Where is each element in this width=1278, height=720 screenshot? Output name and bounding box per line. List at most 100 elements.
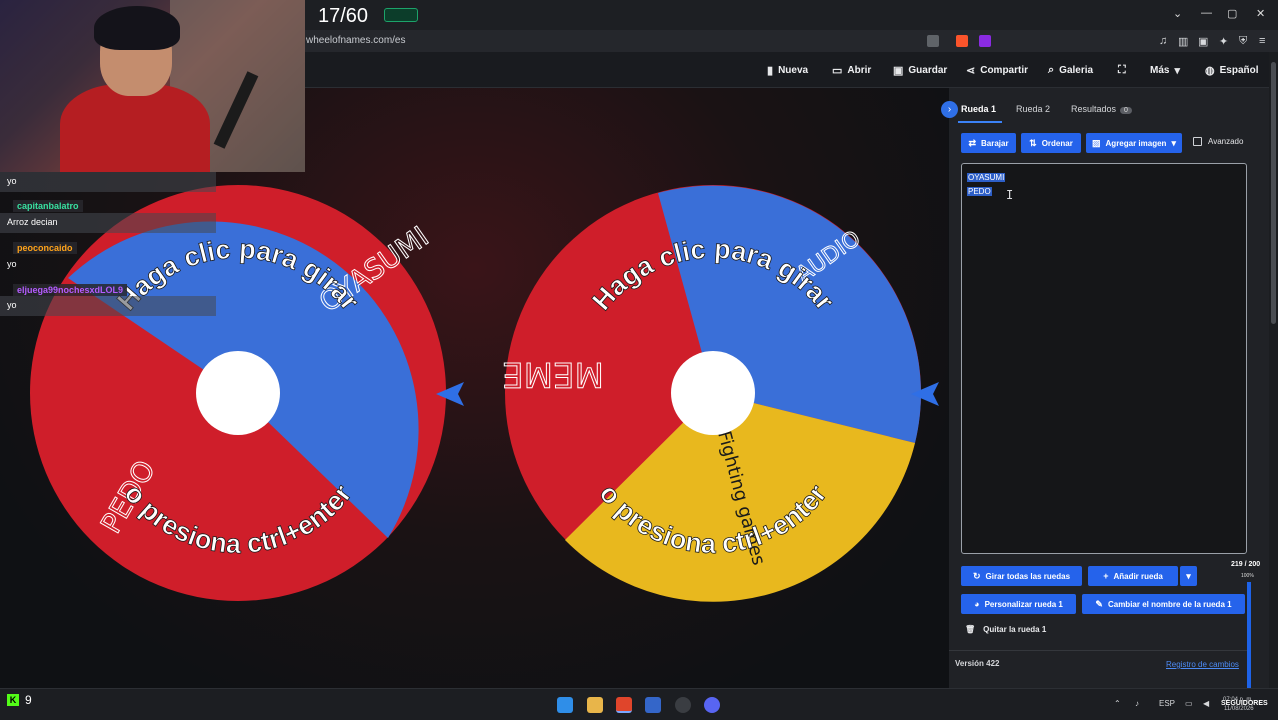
wheel-2-hub bbox=[671, 351, 755, 435]
menu-new[interactable]: ▮ Nueva bbox=[767, 64, 808, 77]
vpn-icon[interactable]: ⛨ bbox=[1239, 35, 1247, 48]
obs-icon[interactable] bbox=[675, 697, 691, 713]
fullscreen-button[interactable]: ⛶ bbox=[1118, 64, 1126, 77]
collapse-panel-icon[interactable]: › bbox=[941, 101, 958, 118]
wheel-2-pointer-icon bbox=[911, 382, 939, 406]
chevron-down-icon: ▾ bbox=[1186, 570, 1191, 581]
volume-icon[interactable]: ◀ bbox=[1203, 699, 1209, 708]
globe-icon: ◍ bbox=[1205, 65, 1215, 77]
shuffle-icon: ⇄ bbox=[968, 137, 976, 148]
menu-save[interactable]: ▣ Guardar bbox=[893, 64, 947, 77]
chat-band bbox=[0, 296, 216, 316]
scrollbar-thumb[interactable] bbox=[1271, 62, 1276, 324]
shuffle-button[interactable]: ⇄ Barajar bbox=[961, 133, 1016, 153]
wheel-2-entry-meme: MEME bbox=[502, 354, 604, 394]
follower-progress-bar bbox=[1247, 582, 1251, 688]
webcam-overlay bbox=[0, 0, 305, 172]
network-icon[interactable]: ▭ bbox=[1185, 699, 1193, 708]
microphone-icon[interactable]: ♪ bbox=[1135, 699, 1139, 708]
advanced-checkbox[interactable]: Avanzado bbox=[1193, 137, 1243, 146]
viewer-count: 9 bbox=[25, 693, 32, 707]
zoom-level: 100% bbox=[1241, 573, 1254, 579]
tab-results[interactable]: Resultados 0 bbox=[1071, 104, 1132, 114]
remove-wheel-button[interactable]: 🗑 Quitar la rueda 1 bbox=[965, 625, 1046, 634]
rename-wheel-button[interactable]: ✎ Cambiar el nombre de la rueda 1 bbox=[1082, 594, 1245, 614]
share-icon: ⋖ bbox=[966, 65, 976, 77]
extensions-icon[interactable]: ✦ bbox=[1219, 35, 1228, 48]
streamer-hair bbox=[94, 6, 180, 50]
add-image-button[interactable]: ▨ Agregar imagen ▾ bbox=[1086, 133, 1182, 153]
add-wheel-dropdown[interactable]: ▾ bbox=[1180, 566, 1197, 586]
screen: 17/60 ⌄ — ▢ ✕ wheelofnames.com/es ♫ ▥ ▣ … bbox=[0, 0, 1278, 720]
image-icon: ▨ bbox=[1092, 137, 1101, 148]
menu-gallery[interactable]: ⌕ Galeria bbox=[1048, 64, 1093, 77]
chevron-down-icon[interactable]: ⌄ bbox=[1173, 7, 1182, 20]
chevron-down-icon: ▾ bbox=[1171, 137, 1176, 148]
menu-more[interactable]: Más ▾ bbox=[1150, 64, 1180, 77]
menu-open[interactable]: ▭ Abrir bbox=[832, 64, 871, 77]
version-label: Versión 422 bbox=[955, 659, 1000, 668]
url-text[interactable]: wheelofnames.com/es bbox=[306, 35, 406, 46]
followers-overlay: SEGUIDORES bbox=[1221, 700, 1268, 707]
brave-browser-icon[interactable] bbox=[616, 697, 632, 713]
changelog-link[interactable]: Registro de cambios bbox=[1166, 660, 1239, 669]
app-icon[interactable] bbox=[645, 697, 661, 713]
translate-icon[interactable] bbox=[927, 35, 939, 47]
entry-line[interactable]: PEDO bbox=[967, 187, 992, 196]
pencil-icon: ✎ bbox=[1095, 598, 1103, 609]
brave-shield-icon[interactable] bbox=[956, 35, 968, 47]
spin-all-button[interactable]: ↻ Girar todas las ruedas bbox=[961, 566, 1082, 586]
tab-wheel-2[interactable]: Rueda 2 bbox=[1016, 104, 1050, 114]
wallet-icon[interactable]: ▣ bbox=[1198, 35, 1208, 48]
text-cursor-icon: I bbox=[1006, 188, 1014, 202]
discord-icon[interactable] bbox=[704, 697, 720, 713]
menu-language[interactable]: ◍ Español bbox=[1205, 64, 1259, 77]
results-count-badge: 0 bbox=[1120, 107, 1132, 114]
tab-wheel-1[interactable]: Rueda 1 bbox=[961, 104, 996, 114]
file-icon: ▮ bbox=[767, 65, 774, 77]
fullscreen-icon: ⛶ bbox=[1118, 64, 1126, 76]
chat-band bbox=[0, 172, 216, 192]
wheel-1[interactable]: OYASUMI PEDO Haga clic para girar o pres… bbox=[28, 183, 448, 603]
extension-icon[interactable] bbox=[384, 8, 418, 22]
menu-icon[interactable]: ≡ bbox=[1259, 35, 1265, 47]
taskbar bbox=[0, 688, 1278, 720]
kick-logo-icon: K bbox=[7, 694, 19, 706]
customize-wheel-button[interactable]: ◕ Personalizar rueda 1 bbox=[961, 594, 1076, 614]
maximize-icon[interactable]: ▢ bbox=[1227, 7, 1237, 20]
chevron-down-icon: ▾ bbox=[1174, 65, 1180, 77]
minimize-icon[interactable]: — bbox=[1201, 7, 1212, 19]
windows-start-icon[interactable] bbox=[557, 697, 573, 713]
trash-icon: 🗑 bbox=[965, 625, 976, 634]
language-indicator[interactable]: ESP bbox=[1159, 699, 1175, 708]
active-tab-indicator bbox=[958, 121, 1002, 123]
chat-username: eljuega99nochesxdLOL9 bbox=[13, 284, 128, 296]
sort-button[interactable]: ⇅ Ordenar bbox=[1021, 133, 1081, 153]
palette-icon: ◕ bbox=[974, 599, 980, 609]
entry-line[interactable]: OYASUMI bbox=[967, 173, 1006, 182]
wheel-1-pointer-icon bbox=[436, 382, 464, 406]
checkbox-icon[interactable] bbox=[1193, 137, 1202, 146]
panel-divider bbox=[949, 650, 1251, 651]
sidebar-icon[interactable]: ▥ bbox=[1178, 35, 1188, 48]
menu-share[interactable]: ⋖ Compartir bbox=[966, 64, 1028, 77]
wheel-2[interactable]: AUDIO MEME Fighting games Haga clic para… bbox=[502, 183, 923, 603]
entries-textarea[interactable] bbox=[961, 163, 1247, 554]
save-icon: ▣ bbox=[893, 65, 904, 77]
chat-message: yo bbox=[7, 176, 17, 186]
music-icon[interactable]: ♫ bbox=[1159, 35, 1167, 47]
chevron-up-icon[interactable]: ⌃ bbox=[1114, 699, 1121, 708]
wheel-1-hub bbox=[196, 351, 280, 435]
refresh-icon: ↻ bbox=[972, 570, 981, 581]
plus-icon: + bbox=[1103, 571, 1109, 581]
streamer-body bbox=[60, 84, 210, 172]
chat-message: Arroz decian bbox=[7, 217, 58, 227]
close-icon[interactable]: ✕ bbox=[1256, 7, 1265, 20]
file-explorer-icon[interactable] bbox=[587, 697, 603, 713]
entry-count: 219 / 200 bbox=[1231, 561, 1261, 568]
rewards-icon[interactable] bbox=[979, 35, 991, 47]
search-icon: ⌕ bbox=[1048, 64, 1055, 76]
add-wheel-button[interactable]: + Añadir rueda bbox=[1088, 566, 1178, 586]
goal-counter: 17/60 bbox=[318, 5, 369, 27]
chat-username: peoconcaido bbox=[13, 242, 77, 254]
